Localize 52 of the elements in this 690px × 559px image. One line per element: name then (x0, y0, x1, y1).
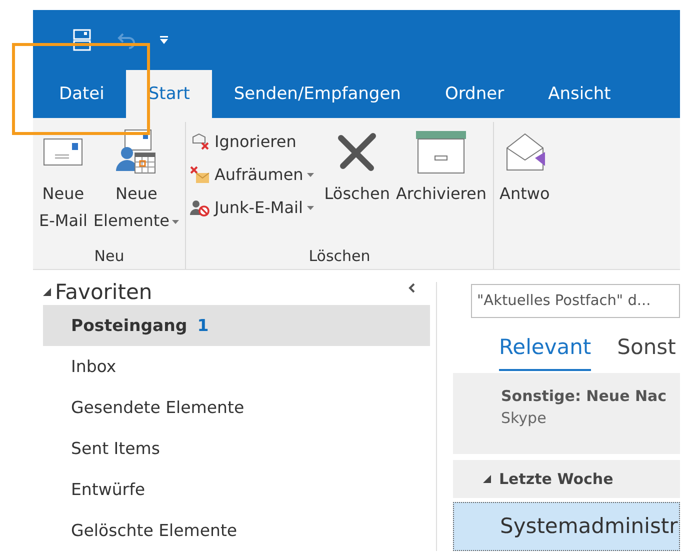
caret-icon (172, 220, 180, 224)
group-label: Neu (94, 246, 124, 265)
archive-icon (415, 130, 468, 174)
caret-icon (307, 172, 314, 176)
cleanup-icon (190, 166, 210, 184)
notice-title: Sonstige: Neue Nac (501, 387, 668, 405)
button-label: Neue (42, 183, 84, 205)
ribbon-button[interactable]: Aufräumen (190, 161, 314, 188)
ribbon-button[interactable]: Archivieren (394, 124, 489, 243)
collapse-icon[interactable] (408, 283, 416, 293)
notice-sender: Skype (501, 409, 548, 427)
favorites-header[interactable]: Favoriten (43, 280, 152, 304)
ribbon-button[interactable]: Neue Elemente (91, 124, 182, 243)
button-label: Löschen (324, 183, 390, 205)
expand-icon (483, 474, 491, 483)
junk-icon (190, 198, 210, 216)
ribbon-tab[interactable]: Ordner (422, 70, 526, 118)
message-item[interactable]: Systemadministr (453, 502, 680, 552)
group-label: Löschen (308, 246, 370, 265)
ribbon-tab[interactable]: Start (126, 70, 212, 118)
ribbon-tab[interactable]: Datei (37, 70, 126, 118)
search-field[interactable]: "Aktuelles Postfach" d... (471, 284, 680, 318)
notice-item[interactable]: Sonstige: Neue Nac Skype (453, 373, 680, 454)
ribbon-tab[interactable]: Senden/Empfangen (212, 70, 423, 118)
view-tab[interactable]: Relevant (499, 326, 592, 371)
folder-item[interactable]: Gelöschte Elemente (43, 510, 430, 551)
ribbon-button[interactable]: Junk-E-Mail (190, 194, 314, 221)
button-label: Neue (116, 183, 158, 205)
ribbon-tab[interactable]: Ansicht (526, 70, 633, 118)
group-header[interactable]: Letzte Woche (453, 460, 680, 498)
view-tab[interactable]: Sonst (617, 326, 676, 371)
folder-item[interactable]: Inbox (43, 346, 430, 387)
button-label: Antwo (500, 183, 550, 205)
button-label: Elemente (93, 207, 180, 234)
expand-icon (43, 288, 51, 296)
ribbon-button[interactable]: Ignorieren (190, 128, 314, 155)
envelope-icon (43, 138, 84, 166)
ignore-icon (190, 132, 210, 150)
ribbon-button[interactable]: Neue E-Mail (37, 124, 90, 243)
delete-icon (337, 132, 378, 172)
folder-item[interactable]: Sent Items (43, 428, 430, 469)
button-label: E-Mail (39, 210, 88, 232)
ribbon-button[interactable]: Löschen (322, 124, 392, 243)
button-label: Archivieren (396, 183, 487, 205)
ribbon-button[interactable]: Antwo (498, 124, 552, 265)
caret-icon (306, 206, 314, 210)
folder-item[interactable]: Gesendete Elemente (43, 387, 430, 428)
customize-icon[interactable] (159, 35, 169, 45)
new-items-icon (115, 129, 158, 175)
folder-item[interactable]: Posteingang 1 (43, 305, 430, 346)
unread-count: 1 (197, 316, 209, 335)
folder-item[interactable]: Entwürfe (43, 469, 430, 510)
